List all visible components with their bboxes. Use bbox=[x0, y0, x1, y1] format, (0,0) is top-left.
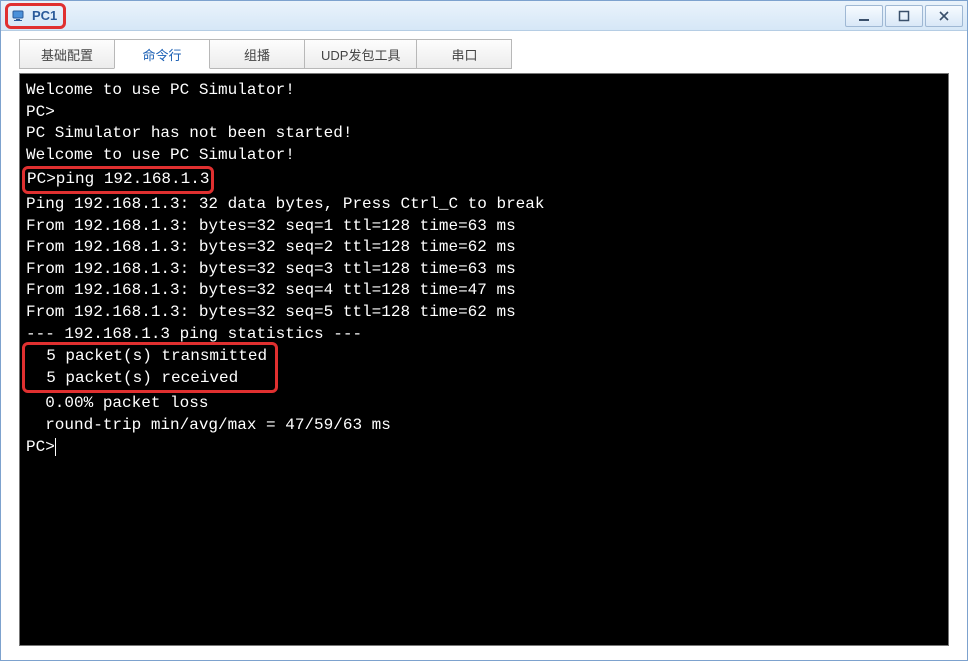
terminal-line: Ping 192.168.1.3: 32 data bytes, Press C… bbox=[26, 194, 942, 216]
app-window: PC1 基础配置 命令行 组播 UDP发包工具 串口 Welcome to us… bbox=[0, 0, 968, 661]
prompt-text: PC> bbox=[26, 438, 55, 456]
window-title: PC1 bbox=[32, 8, 57, 23]
tab-basic-config[interactable]: 基础配置 bbox=[19, 39, 115, 69]
tab-udp-tool[interactable]: UDP发包工具 bbox=[304, 39, 417, 69]
window-controls bbox=[845, 5, 963, 27]
terminal-line: Welcome to use PC Simulator! bbox=[26, 145, 942, 167]
terminal-line: 0.00% packet loss bbox=[26, 393, 942, 415]
terminal-line: 5 packet(s) transmitted 5 packet(s) rece… bbox=[26, 345, 942, 393]
tab-multicast[interactable]: 组播 bbox=[209, 39, 305, 69]
terminal-line: round-trip min/avg/max = 47/59/63 ms bbox=[26, 415, 942, 437]
ping-command-highlight: PC>ping 192.168.1.3 bbox=[22, 166, 214, 194]
terminal-prompt: PC> bbox=[26, 102, 942, 124]
terminal-line: From 192.168.1.3: bytes=32 seq=5 ttl=128… bbox=[26, 302, 942, 324]
terminal[interactable]: Welcome to use PC Simulator!PC>PC Simula… bbox=[19, 73, 949, 646]
ping-stats-highlight: 5 packet(s) transmitted 5 packet(s) rece… bbox=[22, 342, 278, 393]
terminal-line: PC Simulator has not been started! bbox=[26, 123, 942, 145]
close-button[interactable] bbox=[925, 5, 963, 27]
cursor-icon bbox=[55, 438, 56, 456]
minimize-button[interactable] bbox=[845, 5, 883, 27]
stats-rx: 5 packet(s) received bbox=[27, 368, 267, 390]
stats-tx: 5 packet(s) transmitted bbox=[27, 346, 267, 368]
title-highlight: PC1 bbox=[5, 3, 66, 29]
tab-serial[interactable]: 串口 bbox=[416, 39, 512, 69]
app-icon bbox=[12, 8, 28, 24]
maximize-button[interactable] bbox=[885, 5, 923, 27]
tab-command-line[interactable]: 命令行 bbox=[114, 39, 210, 69]
tabbar: 基础配置 命令行 组播 UDP发包工具 串口 bbox=[1, 31, 967, 69]
terminal-line: From 192.168.1.3: bytes=32 seq=2 ttl=128… bbox=[26, 237, 942, 259]
terminal-line: PC>ping 192.168.1.3 bbox=[26, 166, 942, 194]
terminal-line: From 192.168.1.3: bytes=32 seq=1 ttl=128… bbox=[26, 216, 942, 238]
titlebar[interactable]: PC1 bbox=[1, 1, 967, 31]
terminal-line: From 192.168.1.3: bytes=32 seq=4 ttl=128… bbox=[26, 280, 942, 302]
content-area: Welcome to use PC Simulator!PC>PC Simula… bbox=[1, 69, 967, 660]
terminal-line: From 192.168.1.3: bytes=32 seq=3 ttl=128… bbox=[26, 259, 942, 281]
terminal-prompt: PC> bbox=[26, 437, 942, 459]
terminal-line: Welcome to use PC Simulator! bbox=[26, 80, 942, 102]
